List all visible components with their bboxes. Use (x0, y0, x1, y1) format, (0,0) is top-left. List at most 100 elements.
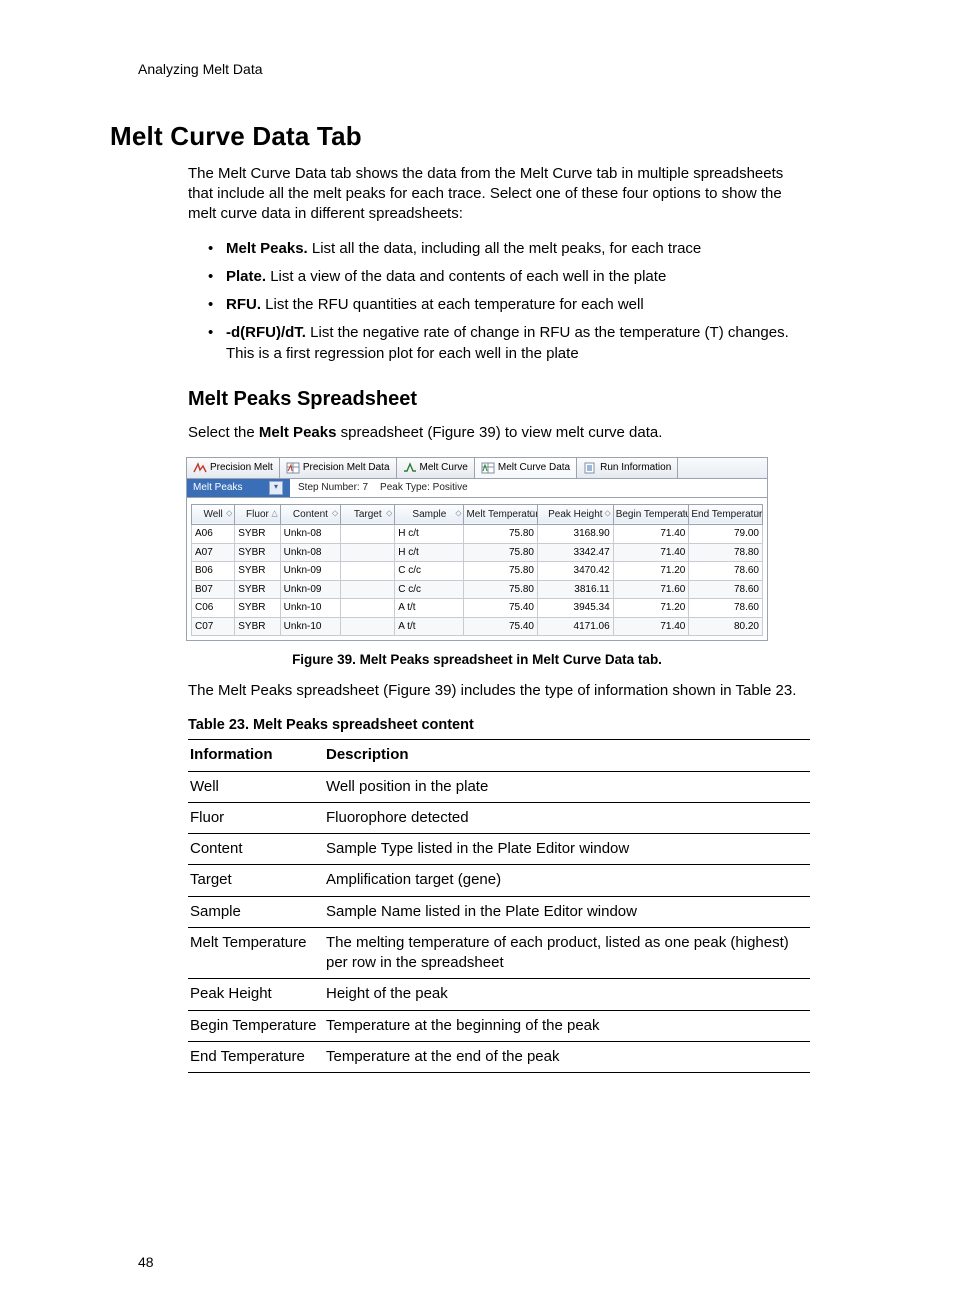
cell-peak-height: 4171.06 (538, 617, 614, 636)
desc-desc: Fluorophore detected (324, 802, 810, 833)
cell-well: C06 (192, 599, 235, 618)
desc-desc: Sample Name listed in the Plate Editor w… (324, 896, 810, 927)
description-table: Information Description WellWell positio… (188, 739, 810, 1073)
table-row[interactable]: A07 SYBR Unkn-08 H c/t 75.80 3342.47 71.… (192, 543, 763, 562)
col-label: Melt Temperature (466, 509, 537, 520)
sort-icon: ◇ (529, 509, 535, 520)
col-label: Content (293, 509, 328, 520)
cell-sample: H c/t (395, 543, 464, 562)
grid-header-row: Well ◇ Fluor△ Content ◇ Target◇ Sample◇ Me… (192, 504, 763, 525)
col-target[interactable]: Target◇ (341, 504, 395, 525)
subsection-intro: Select the Melt Peaks spreadsheet (Figur… (188, 423, 810, 443)
desc-desc: Amplification target (gene) (324, 865, 810, 896)
col-well[interactable]: Well ◇ (192, 504, 235, 525)
col-sample[interactable]: Sample◇ (395, 504, 464, 525)
table-row[interactable]: C07 SYBR Unkn-10 A t/t 75.40 4171.06 71.… (192, 617, 763, 636)
option-term: -d(RFU)/dT. (226, 324, 306, 341)
tab-precision-melt[interactable]: Precision Melt (187, 458, 280, 478)
desc-desc: Sample Type listed in the Plate Editor w… (324, 834, 810, 865)
desc-desc: Well position in the plate (324, 771, 810, 802)
curve-icon (403, 462, 417, 474)
cell-sample: A t/t (395, 617, 464, 636)
cell-content: Unkn-10 (280, 617, 341, 636)
desc-desc: Temperature at the end of the peak (324, 1041, 810, 1072)
cell-fluor: SYBR (235, 543, 280, 562)
desc-row: SampleSample Name listed in the Plate Ed… (188, 896, 810, 927)
cell-end-temperature: 80.20 (689, 617, 763, 636)
table-row[interactable]: B07 SYBR Unkn-09 C c/c 75.80 3816.11 71.… (192, 580, 763, 599)
col-label: Well (203, 509, 222, 520)
sort-icon: ◇ (754, 509, 760, 520)
col-label: Peak Height (548, 509, 602, 520)
option-rest: List a view of the data and contents of … (266, 268, 666, 285)
tab-precision-melt-data[interactable]: Precision Melt Data (280, 458, 397, 478)
col-label: Fluor (246, 509, 269, 520)
desc-desc: Temperature at the beginning of the peak (324, 1010, 810, 1041)
option-plate: Plate. List a view of the data and conte… (206, 267, 806, 287)
desc-info: Peak Height (188, 979, 324, 1010)
option-term: RFU. (226, 296, 261, 313)
spreadsheet-curve-icon (481, 462, 495, 474)
cell-sample: A t/t (395, 599, 464, 618)
cell-begin-temperature: 71.60 (613, 580, 689, 599)
tab-run-information[interactable]: Run Information (577, 458, 678, 478)
col-content[interactable]: Content ◇ (280, 504, 341, 525)
desc-info: Melt Temperature (188, 927, 324, 979)
option-rest: List the RFU quantities at each temperat… (261, 296, 644, 313)
chevron-down-icon: ▾ (269, 481, 283, 495)
cell-end-temperature: 78.80 (689, 543, 763, 562)
col-end-temperature[interactable]: End Temperature◇ (689, 504, 763, 525)
cell-well: A06 (192, 525, 235, 544)
option-term: Melt Peaks. (226, 240, 308, 257)
tab-label: Melt Curve Data (498, 461, 570, 475)
desc-header-info: Information (188, 740, 324, 771)
cell-content: Unkn-08 (280, 525, 341, 544)
table-row[interactable]: A06 SYBR Unkn-08 H c/t 75.80 3168.90 71.… (192, 525, 763, 544)
cell-well: B06 (192, 562, 235, 581)
page-number: 48 (138, 1253, 866, 1272)
text: spreadsheet (Figure 39) to view melt cur… (336, 424, 662, 441)
tab-melt-curve[interactable]: Melt Curve (397, 458, 475, 478)
cell-sample: C c/c (395, 562, 464, 581)
col-fluor[interactable]: Fluor△ (235, 504, 280, 525)
desc-header-row: Information Description (188, 740, 810, 771)
cell-melt-temperature: 75.80 (464, 580, 538, 599)
option-rest: List all the data, including all the mel… (308, 240, 702, 257)
tab-melt-curve-data[interactable]: Melt Curve Data (475, 458, 577, 478)
sort-icon: ◇ (605, 509, 611, 520)
col-peak-height[interactable]: Peak Height◇ (538, 504, 614, 525)
cell-end-temperature: 79.00 (689, 525, 763, 544)
cell-sample: C c/c (395, 580, 464, 599)
desc-row: TargetAmplification target (gene) (188, 865, 810, 896)
spreadsheet-selector-bar: Melt Peaks ▾ Step Number: 7 Peak Type: P… (187, 479, 767, 498)
col-label: End Temperature (691, 509, 762, 520)
desc-row: Begin TemperatureTemperature at the begi… (188, 1010, 810, 1041)
desc-info: Well (188, 771, 324, 802)
option-rfu: RFU. List the RFU quantities at each tem… (206, 295, 806, 315)
sort-icon: ◇ (226, 509, 232, 520)
spreadsheet-dropdown[interactable]: Melt Peaks ▾ (187, 479, 290, 497)
grid-container: Well ◇ Fluor△ Content ◇ Target◇ Sample◇ Me… (187, 498, 767, 641)
cell-begin-temperature: 71.40 (613, 617, 689, 636)
section-title: Melt Curve Data Tab (110, 119, 866, 154)
cell-well: A07 (192, 543, 235, 562)
desc-info: Sample (188, 896, 324, 927)
cell-target (341, 562, 395, 581)
cell-begin-temperature: 71.40 (613, 525, 689, 544)
cell-begin-temperature: 71.20 (613, 599, 689, 618)
col-begin-temperature[interactable]: Begin Temperature◇ (613, 504, 689, 525)
cell-end-temperature: 78.60 (689, 562, 763, 581)
peak-type-label: Peak Type: Positive (380, 481, 468, 495)
cell-content: Unkn-08 (280, 543, 341, 562)
desc-info: Target (188, 865, 324, 896)
sort-icon: ◇ (332, 509, 338, 520)
cell-content: Unkn-09 (280, 580, 341, 599)
dropdown-value: Melt Peaks (193, 481, 242, 495)
col-melt-temperature[interactable]: Melt Temperature◇ (464, 504, 538, 525)
desc-info: End Temperature (188, 1041, 324, 1072)
grid-body: A06 SYBR Unkn-08 H c/t 75.80 3168.90 71.… (192, 525, 763, 636)
desc-info: Begin Temperature (188, 1010, 324, 1041)
desc-row: End TemperatureTemperature at the end of… (188, 1041, 810, 1072)
table-row[interactable]: B06 SYBR Unkn-09 C c/c 75.80 3470.42 71.… (192, 562, 763, 581)
table-row[interactable]: C06 SYBR Unkn-10 A t/t 75.40 3945.34 71.… (192, 599, 763, 618)
